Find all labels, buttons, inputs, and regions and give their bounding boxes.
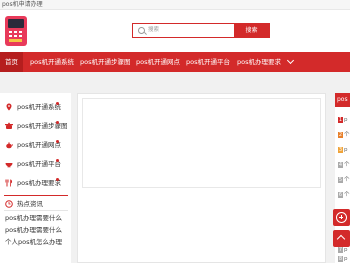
ranking-item[interactable]: 5个 <box>338 176 350 184</box>
location-pin-icon <box>6 103 12 111</box>
back-to-top-button[interactable] <box>333 230 350 247</box>
sidebar-item-label: pos机开通网点 <box>17 141 61 149</box>
hot-link[interactable]: 个人pos机怎么办理 <box>5 237 69 247</box>
nav-item-steps[interactable]: pos机开通步骤图 <box>80 52 131 72</box>
sidebar-item-steps[interactable]: pos机开通步骤图 <box>0 117 71 135</box>
rank-number: 2 <box>338 131 343 138</box>
pos-terminal-logo-icon[interactable] <box>3 14 29 48</box>
hot-news-title: 热点资讯 <box>17 200 43 208</box>
search-button[interactable]: 搜索 <box>234 24 269 37</box>
clock-icon <box>5 200 13 208</box>
teapot-icon <box>6 142 13 149</box>
rank-text: p <box>344 247 348 253</box>
sidebar-item-label: pos机开通平台 <box>17 160 61 168</box>
rank-text: 个 <box>344 192 350 198</box>
content-card <box>82 98 321 188</box>
sidebar-item-label: pos机开通系统 <box>17 103 61 111</box>
add-button[interactable] <box>333 209 350 226</box>
hot-link[interactable]: pos机办理需要什么 <box>5 213 69 223</box>
ranking-item[interactable]: 8p <box>338 255 350 263</box>
nav-item-outlets[interactable]: pos机开通网点 <box>136 52 180 72</box>
ranking-item[interactable]: 7p <box>338 246 350 254</box>
sidebar-item-requirements[interactable]: pos机办理要求 <box>0 174 71 192</box>
nav-item-platform[interactable]: pos机开通平台 <box>186 52 230 72</box>
ranking-item[interactable]: 6个 <box>338 191 350 199</box>
rank-text: 个 <box>344 132 350 138</box>
ranking-item[interactable]: 4个 <box>338 161 350 169</box>
plus-circle-icon <box>336 212 347 223</box>
main-nav: 首页 pos机开通系统 pos机开通步骤图 pos机开通网点 pos机开通平台 … <box>0 52 350 72</box>
new-badge <box>56 102 59 105</box>
rank-text: 个 <box>344 162 350 168</box>
ranking-item[interactable]: 1p <box>338 116 350 124</box>
sidebar: pos机开通系统 pos机开通步骤图 pos机开通网点 pos机开通平台 pos… <box>0 93 71 263</box>
new-badge <box>56 159 59 162</box>
rank-number: 6 <box>338 191 343 198</box>
rank-number: 1 <box>338 116 343 123</box>
rank-text: p <box>344 256 348 262</box>
rank-number: 5 <box>338 176 343 183</box>
new-badge <box>56 178 59 181</box>
rank-text: p <box>344 147 348 153</box>
nav-home[interactable]: 首页 <box>0 52 23 72</box>
rank-number: 4 <box>338 161 343 168</box>
hot-link[interactable]: pos机办理需要什么 <box>5 225 69 235</box>
divider <box>4 210 68 211</box>
header: 搜索 搜索 <box>0 10 350 52</box>
search-icon <box>138 27 145 34</box>
new-badge <box>56 121 59 124</box>
ranking-item[interactable]: 3p <box>338 146 350 154</box>
search-box: 搜索 搜索 <box>132 23 270 38</box>
sidebar-item-platform[interactable]: pos机开通平台 <box>0 155 71 173</box>
rank-text: 个 <box>344 177 350 183</box>
sidebar-item-label: pos机开通步骤图 <box>17 122 68 130</box>
ranking-item[interactable]: 2个 <box>338 131 350 139</box>
sidebar-item-system[interactable]: pos机开通系统 <box>0 98 71 116</box>
right-panel-heading: pos <box>335 93 350 107</box>
rank-text: p <box>344 117 348 123</box>
page-title: pos机申请办理 <box>2 1 43 8</box>
pot-icon <box>5 122 13 129</box>
search-input[interactable]: 搜索 <box>148 26 159 35</box>
bowl-icon <box>5 163 13 168</box>
nav-item-system[interactable]: pos机开通系统 <box>30 52 74 72</box>
rank-number: 7 <box>338 246 343 253</box>
new-badge <box>56 140 59 143</box>
sidebar-item-outlets[interactable]: pos机开通网点 <box>0 136 71 154</box>
main-content <box>77 93 326 263</box>
utensils-icon <box>5 179 13 187</box>
rank-number: 8 <box>338 255 343 262</box>
chevron-up-icon <box>336 234 346 244</box>
sidebar-item-label: pos机办理要求 <box>17 179 61 187</box>
chevron-down-icon[interactable] <box>286 56 295 65</box>
nav-item-requirements[interactable]: pos机办理要求 <box>237 52 281 72</box>
rank-number: 3 <box>338 146 343 153</box>
top-bar: pos机申请办理 <box>0 0 350 10</box>
divider <box>4 195 68 196</box>
